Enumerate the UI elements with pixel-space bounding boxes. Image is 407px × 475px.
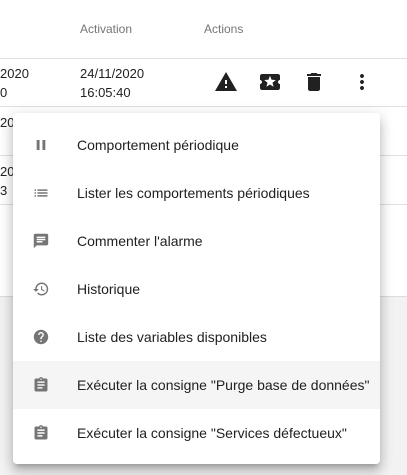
clipboard-icon xyxy=(29,421,53,445)
activation-time: 16:05:40 xyxy=(80,85,131,100)
menu-item-label: Exécuter la consigne "Purge base de donn… xyxy=(77,377,370,393)
help-icon xyxy=(29,325,53,349)
ticket-icon[interactable] xyxy=(258,70,282,94)
time-cell-partial: 3 xyxy=(0,183,8,198)
menu-item-list-periodic-behaviors[interactable]: Lister les comportements périodiques xyxy=(13,169,380,217)
menu-item-label: Lister les comportements périodiques xyxy=(77,185,310,201)
delete-icon[interactable] xyxy=(302,70,326,94)
time-cell-partial: 0 xyxy=(0,85,8,100)
column-header-activation[interactable]: Activation xyxy=(80,22,132,36)
menu-item-execute-services-instruction[interactable]: Exécuter la consigne "Services défectueu… xyxy=(13,409,380,457)
more-vert-icon[interactable] xyxy=(350,70,374,94)
list-icon xyxy=(29,181,53,205)
column-header-actions: Actions xyxy=(204,22,244,36)
activation-date: 24/11/2020 xyxy=(80,66,145,81)
date-cell-partial: 2020 xyxy=(0,66,29,81)
menu-item-label: Liste des variables disponibles xyxy=(77,329,267,345)
menu-item-periodic-behavior[interactable]: Comportement périodique xyxy=(13,121,380,169)
pause-icon xyxy=(29,133,53,157)
menu-item-label: Commenter l'alarme xyxy=(77,233,203,249)
comment-icon xyxy=(29,229,53,253)
table-row[interactable]: 2020 0 24/11/2020 16:05:40 xyxy=(0,58,407,107)
history-icon xyxy=(29,277,53,301)
menu-item-execute-purge-instruction[interactable]: Exécuter la consigne "Purge base de donn… xyxy=(13,361,380,409)
menu-item-history[interactable]: Historique xyxy=(13,265,380,313)
menu-item-comment-alarm[interactable]: Commenter l'alarme xyxy=(13,217,380,265)
menu-item-available-variables[interactable]: Liste des variables disponibles xyxy=(13,313,380,361)
menu-item-label: Historique xyxy=(77,281,141,297)
actions-menu: Comportement périodique Lister les compo… xyxy=(13,113,380,464)
clipboard-icon xyxy=(29,373,53,397)
menu-item-label: Exécuter la consigne "Services défectueu… xyxy=(77,425,347,441)
warning-icon[interactable] xyxy=(214,70,238,94)
table-header: Activation Actions xyxy=(0,0,407,59)
menu-item-label: Comportement périodique xyxy=(77,137,239,153)
